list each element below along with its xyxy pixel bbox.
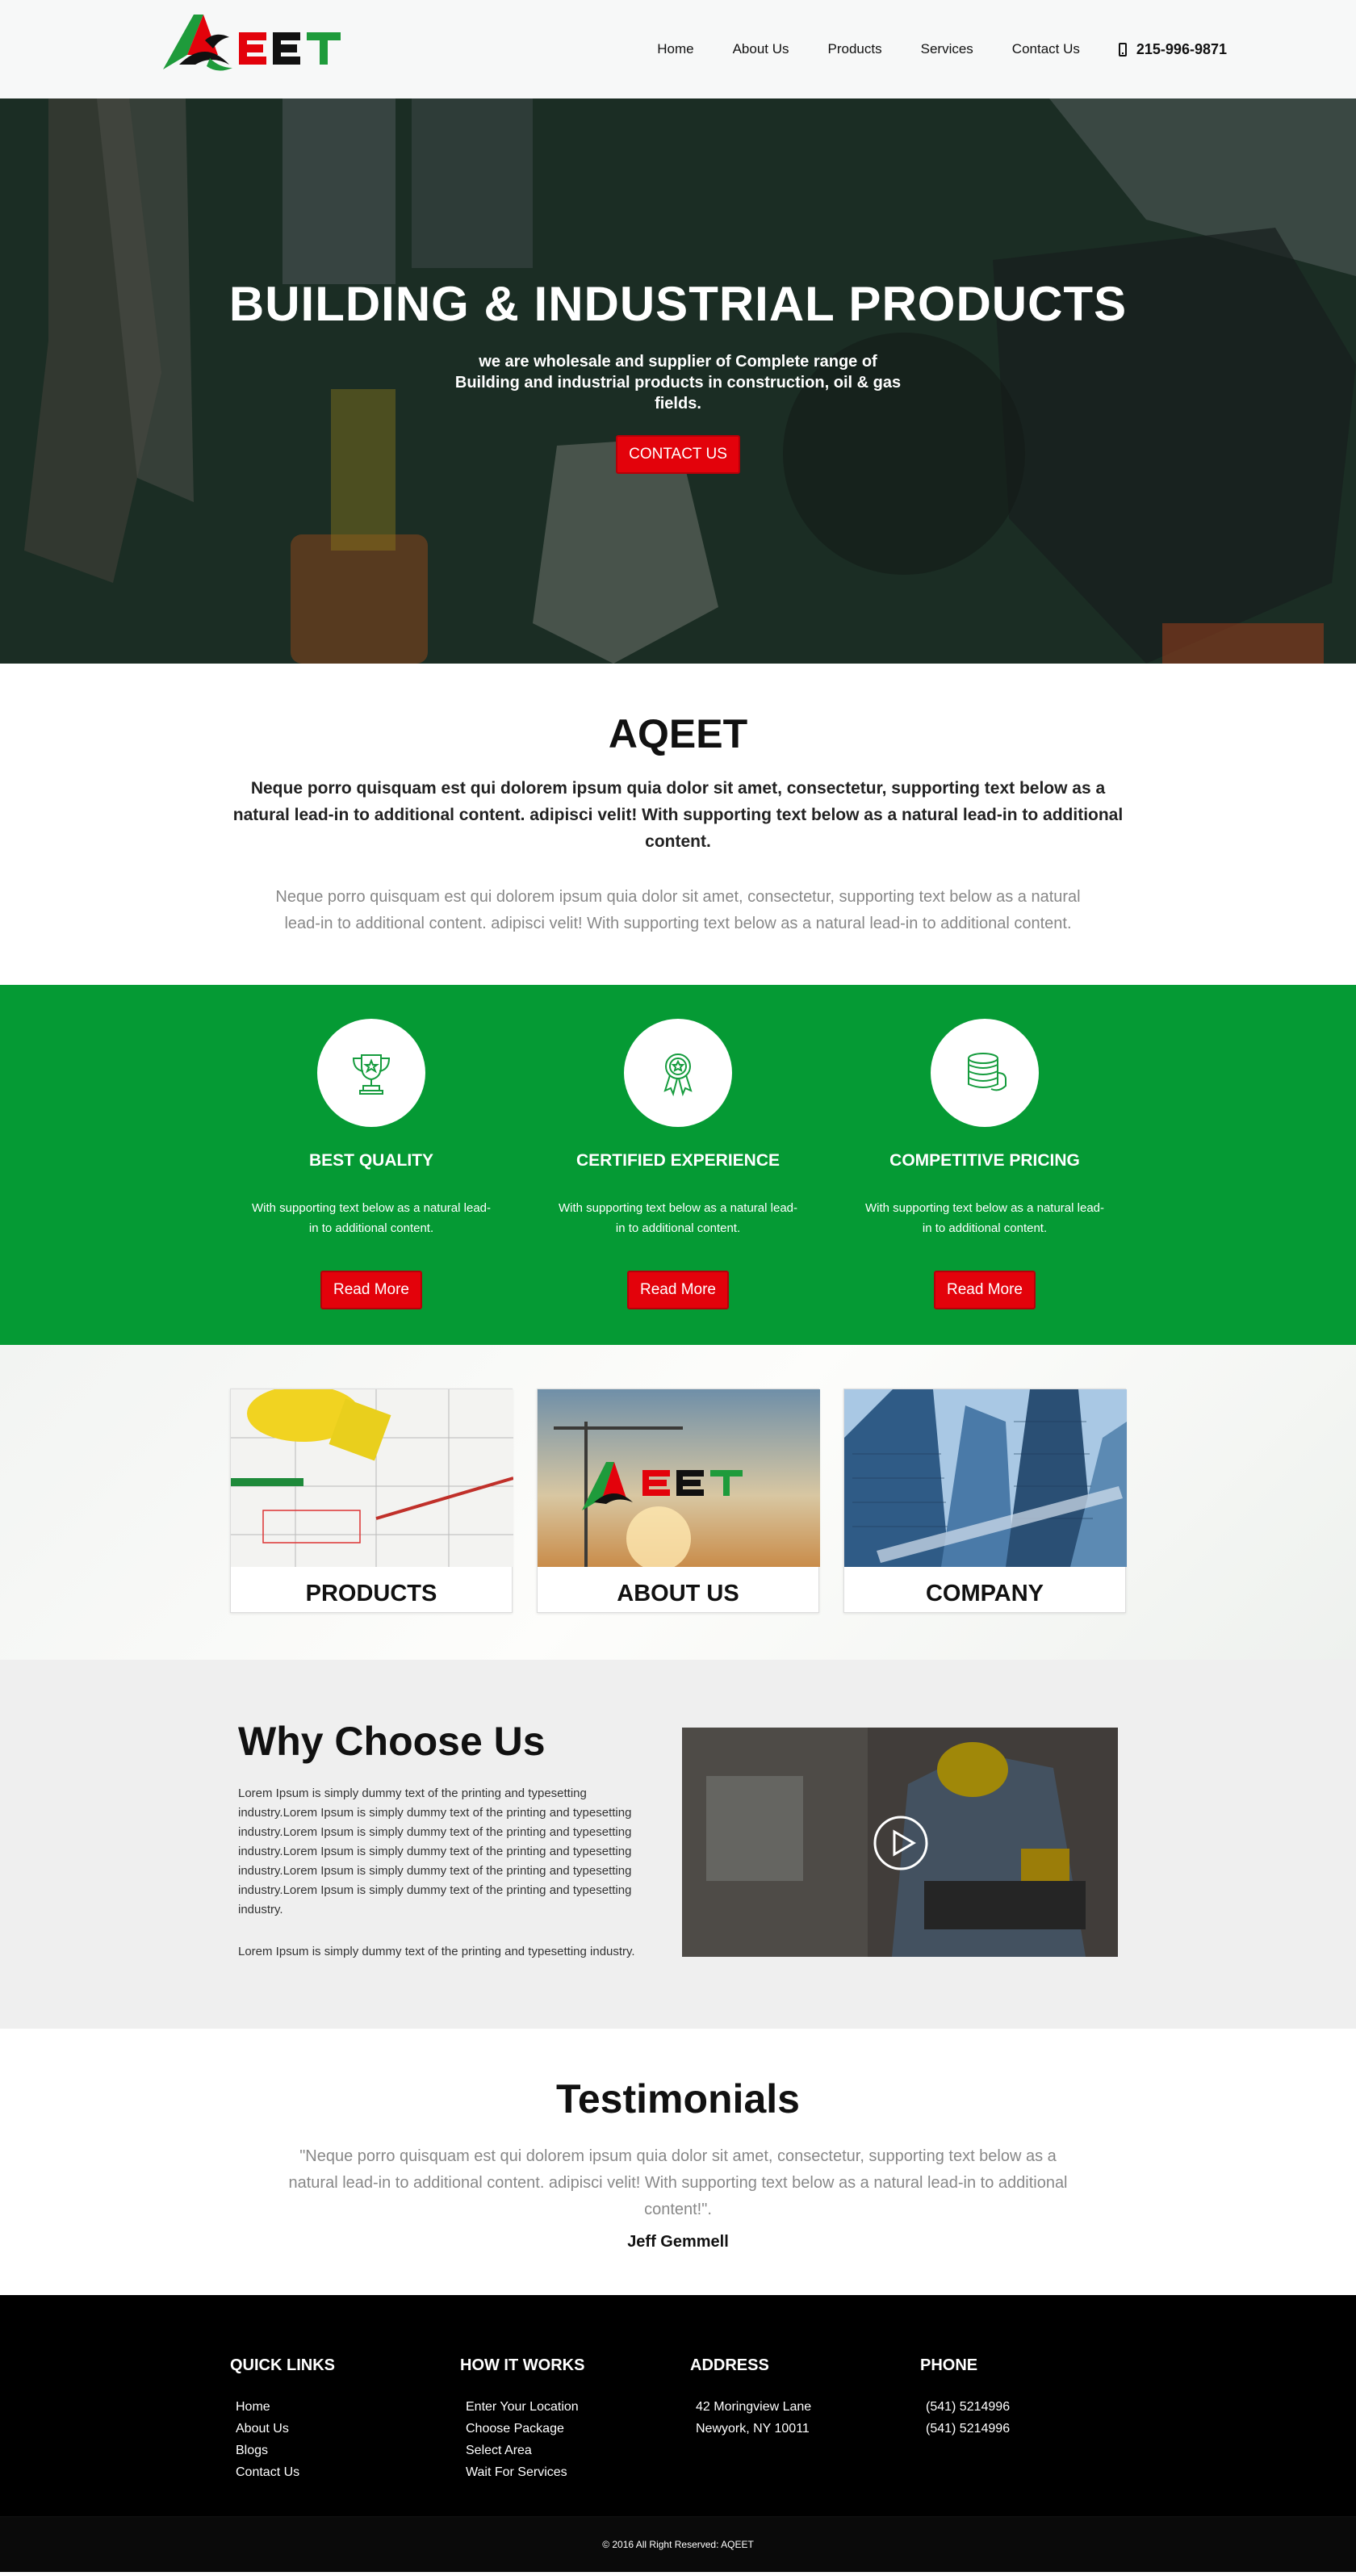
address-line: 42 Moringview Lane: [696, 2400, 812, 2414]
about-title: AQEET: [608, 711, 748, 756]
aqeet-logo[interactable]: [155, 6, 365, 87]
site-footer: QUICK LINKS Home About Us Blogs Contact …: [0, 2295, 1356, 2516]
footer-heading: ADDRESS: [690, 2356, 769, 2374]
about-section: AQEET Neque porro quisquam est qui dolor…: [0, 664, 1356, 985]
feature-title: BEST QUALITY: [308, 1151, 433, 1170]
footer-link-home[interactable]: Home: [236, 2396, 460, 2418]
why-paragraph: Lorem Ipsum is simply dummy text of the …: [238, 1945, 635, 1958]
testimonials-title: Testimonials: [556, 2076, 800, 2122]
site-header: Home About Us Products Services Contact …: [0, 0, 1356, 98]
why-paragraph: Lorem Ipsum is simply dummy text of the …: [238, 1786, 632, 1916]
header-phone[interactable]: 215-996-9871: [1118, 40, 1227, 58]
play-icon[interactable]: [873, 1815, 929, 1871]
nav-contact-us[interactable]: Contact Us: [1012, 41, 1080, 57]
footer-link-contact-us[interactable]: Contact Us: [236, 2461, 460, 2483]
footer-phone: PHONE (541) 5214996 (541) 5214996: [920, 2356, 1150, 2516]
footer-step[interactable]: Select Area: [466, 2440, 690, 2461]
nav-about-us[interactable]: About Us: [733, 41, 789, 57]
footer-address: ADDRESS 42 Moringview Lane Newyork, NY 1…: [690, 2356, 920, 2516]
about-lead: Neque porro quisquam est qui dolorem ips…: [232, 779, 1124, 851]
read-more-button[interactable]: Read More: [934, 1271, 1036, 1309]
feature-text: With supporting text below as a natural …: [865, 1201, 1104, 1235]
copyright-bar: © 2016 All Right Reserved: AQEET: [0, 2516, 1356, 2572]
hero-title: BUILDING & INDUSTRIAL PRODUCTS: [228, 277, 1128, 331]
why-choose-section: Why Choose Us Lorem Ipsum is simply dumm…: [0, 1660, 1356, 2029]
award-ribbon-icon: [663, 1053, 693, 1097]
footer-link-about-us[interactable]: About Us: [236, 2418, 460, 2440]
phone-number: (541) 5214996: [926, 2400, 1011, 2414]
read-more-button[interactable]: Read More: [627, 1271, 729, 1309]
card-company[interactable]: COMPANY: [843, 1389, 1127, 1613]
footer-how-it-works: HOW IT WORKS Enter Your Location Choose …: [460, 2356, 690, 2516]
read-more-button[interactable]: Read More: [320, 1271, 422, 1309]
feature-certified-experience: CERTIFIED EXPERIENCE With supporting tex…: [557, 1019, 799, 1345]
nav-products[interactable]: Products: [828, 41, 882, 57]
card-about-us[interactable]: ABOUT US: [537, 1389, 820, 1613]
feature-best-quality: BEST QUALITY With supporting text below …: [250, 1019, 492, 1345]
trophy-icon: [352, 1054, 391, 1095]
cards-section: PRODUCTS ABOUT US COMPANY: [0, 1345, 1356, 1660]
nav-services[interactable]: Services: [921, 41, 973, 57]
hero-subtitle: we are wholesale and supplier of Complet…: [454, 353, 902, 413]
main-nav: Home About Us Products Services Contact …: [657, 0, 1227, 98]
video-player[interactable]: [682, 1728, 1118, 1957]
feature-title: COMPETITIVE PRICING: [889, 1151, 1080, 1170]
features-section: BEST QUALITY With supporting text below …: [0, 985, 1356, 1345]
phone-number: (541) 5214996: [926, 2422, 1011, 2436]
mobile-phone-icon: [1118, 42, 1127, 57]
feature-icon-circle: [624, 1019, 732, 1127]
feature-competitive-pricing: COMPETITIVE PRICING With supporting text…: [864, 1019, 1106, 1345]
feature-title: CERTIFIED EXPERIENCE: [575, 1151, 781, 1170]
card-title: COMPANY: [925, 1581, 1044, 1606]
about-text: Neque porro quisquam est qui dolorem ips…: [275, 888, 1081, 932]
footer-heading: HOW IT WORKS: [460, 2356, 585, 2374]
footer-heading: PHONE: [920, 2356, 978, 2374]
footer-heading: QUICK LINKS: [230, 2356, 335, 2374]
hero-banner: BUILDING & INDUSTRIAL PRODUCTS we are wh…: [0, 98, 1356, 664]
testimonials-section: Testimonials "Neque porro quisquam est q…: [0, 2029, 1356, 2295]
card-title: PRODUCTS: [305, 1581, 437, 1606]
hero-contact-button[interactable]: CONTACT US: [616, 435, 740, 474]
coins-stack-icon: [968, 1053, 1007, 1091]
footer-quick-links: QUICK LINKS Home About Us Blogs Contact …: [230, 2356, 460, 2516]
testimonial-author: Jeff Gemmell: [627, 2233, 729, 2251]
blueprint-tape-image: [231, 1385, 514, 1567]
feature-icon-circle: [317, 1019, 425, 1127]
feature-text: With supporting text below as a natural …: [252, 1201, 491, 1235]
feature-text: With supporting text below as a natural …: [559, 1201, 797, 1235]
footer-step[interactable]: Wait For Services: [466, 2461, 690, 2483]
feature-icon-circle: [931, 1019, 1039, 1127]
address-line: Newyork, NY 10011: [696, 2422, 810, 2436]
construction-logo-image: [538, 1389, 820, 1571]
nav-home[interactable]: Home: [657, 41, 693, 57]
hero-content: BUILDING & INDUSTRIAL PRODUCTS we are wh…: [0, 276, 1356, 474]
card-title: ABOUT US: [617, 1581, 739, 1606]
skyscrapers-image: [844, 1389, 1127, 1567]
footer-step[interactable]: Choose Package: [466, 2418, 690, 2440]
testimonial-quote: "Neque porro quisquam est qui dolorem ip…: [288, 2147, 1068, 2218]
why-text: Why Choose Us Lorem Ipsum is simply dumm…: [238, 1718, 642, 2029]
card-products[interactable]: PRODUCTS: [230, 1385, 514, 1613]
why-title: Why Choose Us: [238, 1719, 546, 1764]
footer-link-blogs[interactable]: Blogs: [236, 2440, 460, 2461]
footer-step[interactable]: Enter Your Location: [466, 2396, 690, 2418]
header-phone-number: 215-996-9871: [1136, 40, 1227, 57]
